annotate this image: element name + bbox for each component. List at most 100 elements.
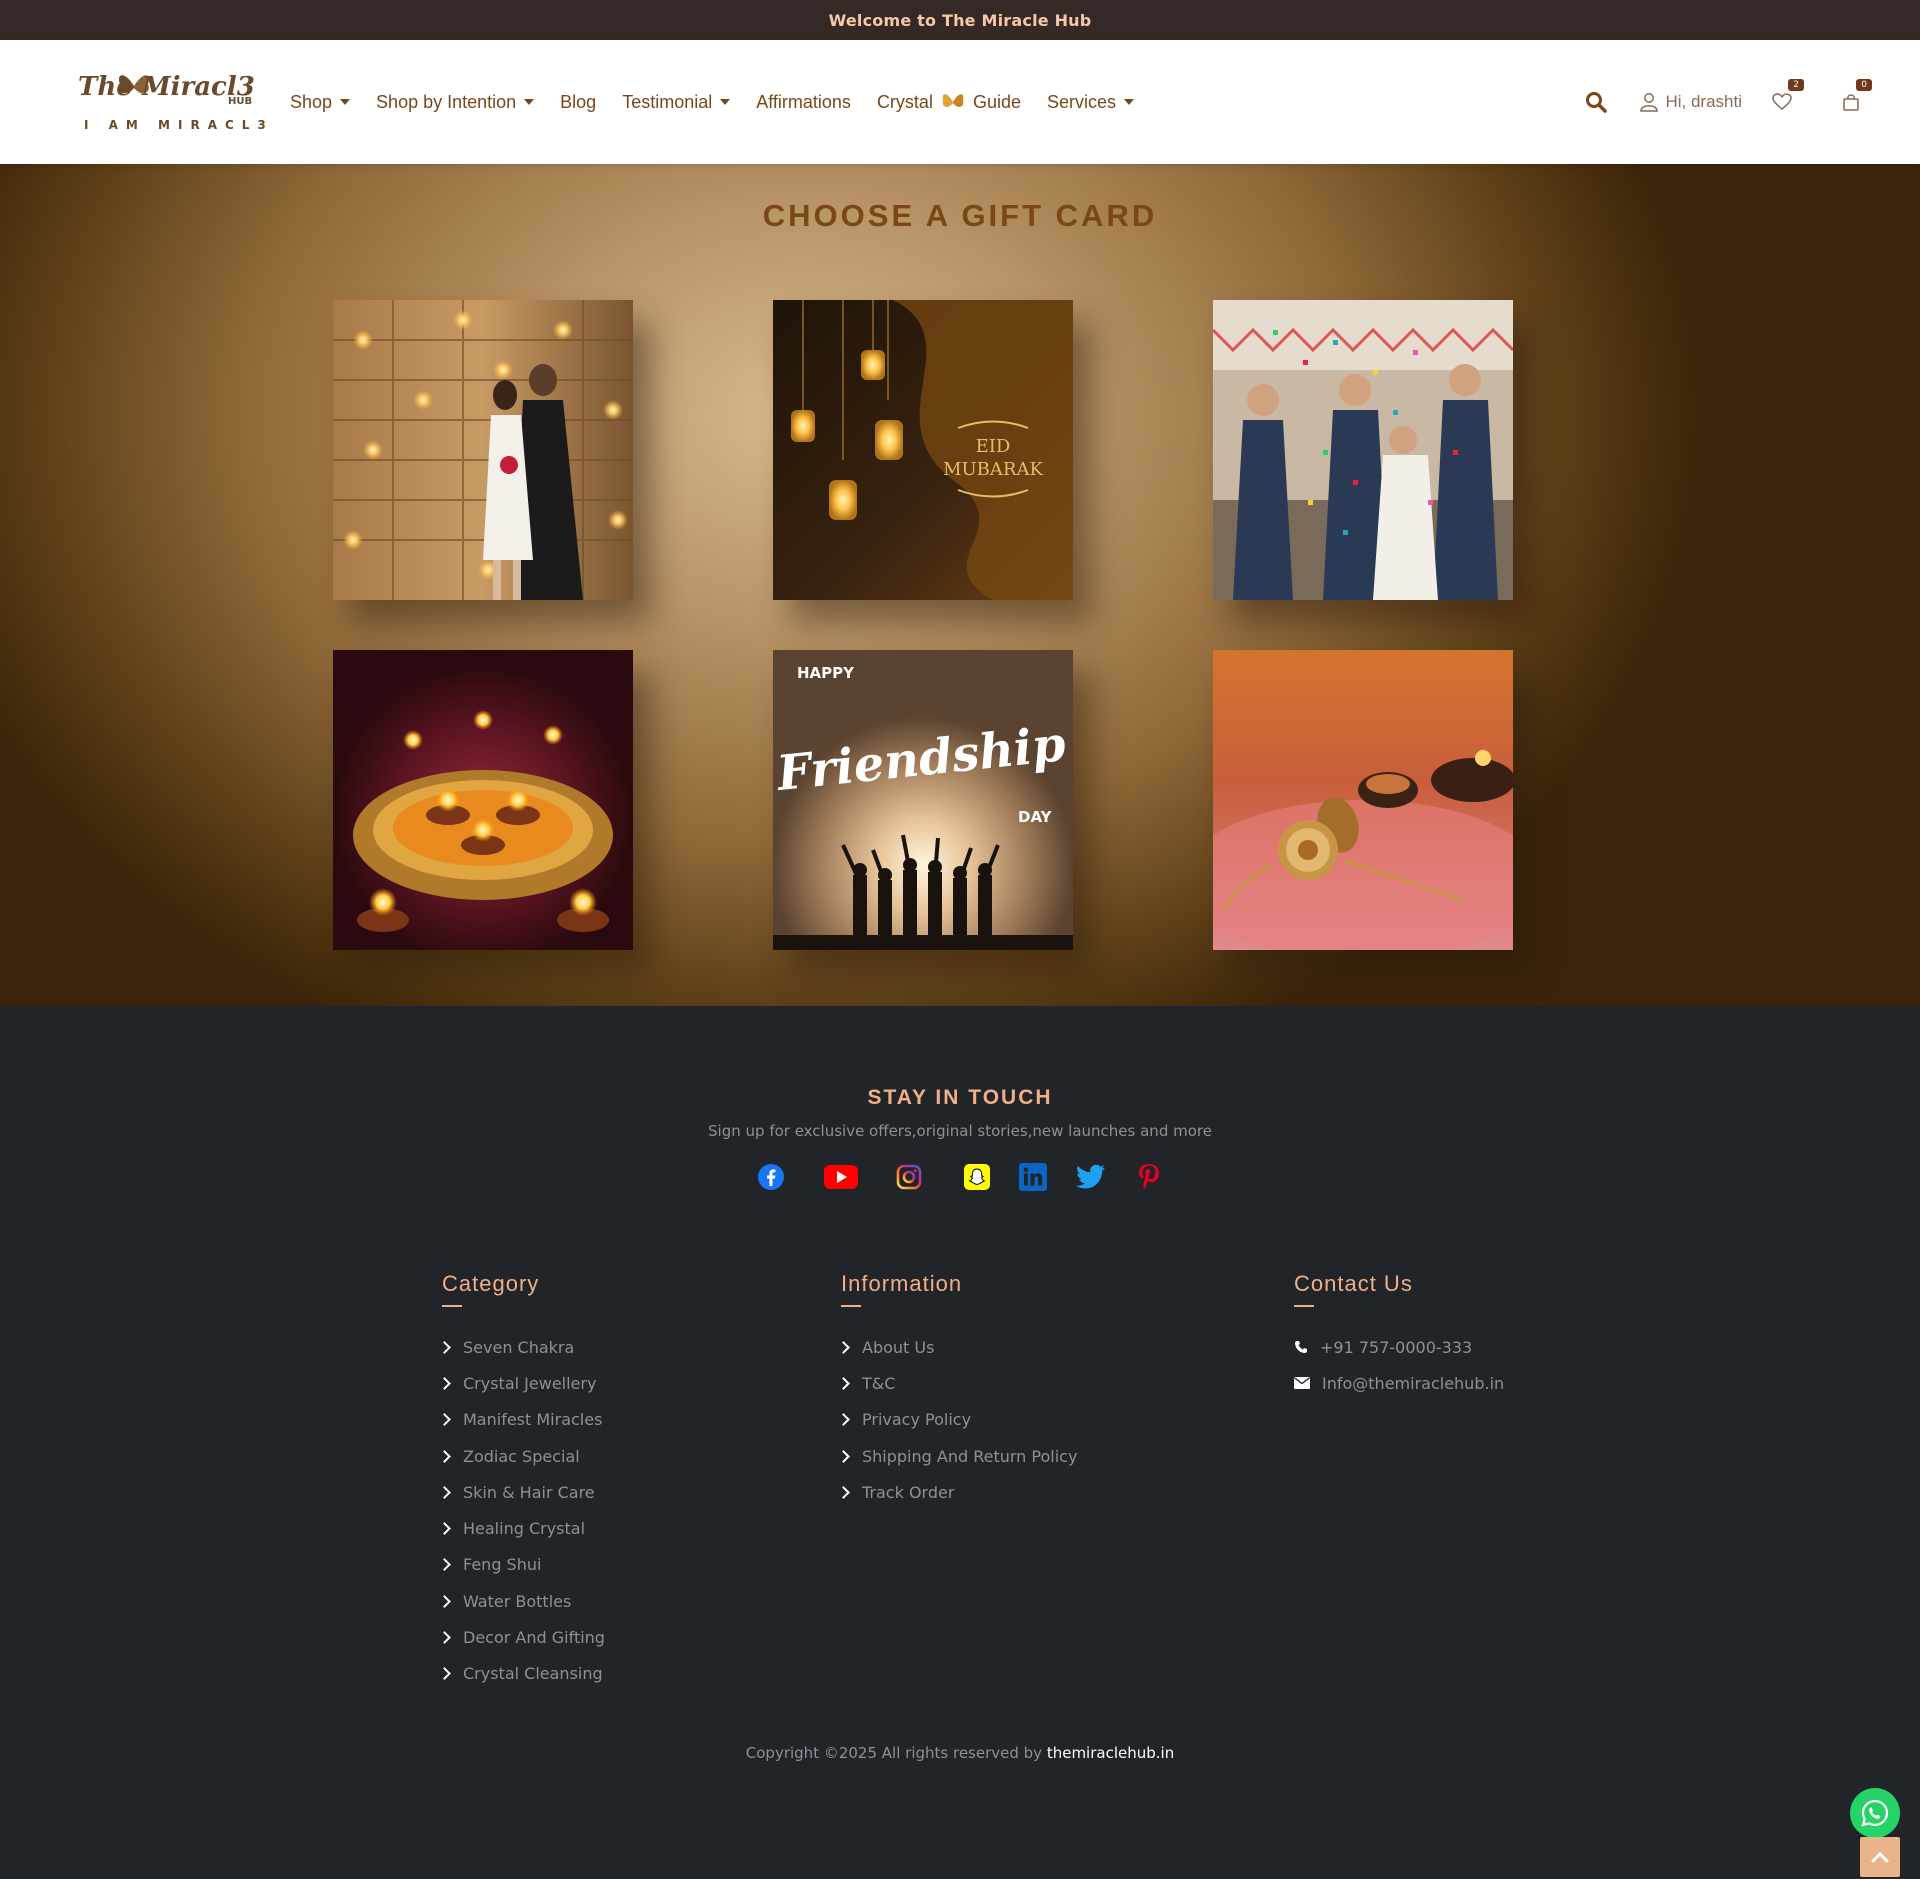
chevron-right-icon (837, 1449, 850, 1463)
gift-card-rakhi[interactable] (1213, 650, 1513, 950)
information-list: About Us T&C Privacy Policy Shipping And… (837, 1329, 1078, 1510)
wishlist-button[interactable]: 2 (1772, 79, 1804, 111)
nav-services-label: Services (1047, 91, 1117, 112)
nav-shop[interactable]: Shop (290, 92, 351, 113)
announcement-text: Welcome to The Miracle Hub (828, 10, 1092, 30)
friendship-text-top: HAPPY (797, 664, 855, 682)
social-links (0, 1160, 1920, 1194)
eid-text-line2: MUBARAK (943, 459, 1043, 480)
eid-mubarak-image: EID MUBARAK (773, 300, 1073, 600)
contact-email[interactable]: Info@themiraclehub.in (1294, 1365, 1504, 1401)
copyright-text: Copyright ©2025 All rights reserved by (745, 1744, 1043, 1762)
footer-link-feng-shui[interactable]: Feng Shui (438, 1547, 605, 1583)
diwali-diyas-image (333, 650, 633, 950)
stay-title: STAY IN TOUCH (867, 1086, 1053, 1109)
gift-card-section: CHOOSE A GIFT CARD EID MUBARAK HAPPY Fri… (0, 164, 1920, 1006)
youtube-link[interactable] (824, 1160, 858, 1194)
footer-link-privacy-policy[interactable]: Privacy Policy (837, 1402, 1077, 1438)
youtube-icon (824, 1165, 858, 1189)
nav-testimonial[interactable]: Testimonial (622, 91, 731, 113)
caret-down-icon (524, 99, 535, 105)
linkedin-link[interactable] (1016, 1160, 1050, 1194)
twitter-icon (1076, 1164, 1105, 1189)
heading-underline (442, 1305, 462, 1307)
caret-down-icon (1124, 99, 1135, 105)
chevron-right-icon (438, 1377, 451, 1390)
snapchat-link[interactable] (960, 1160, 994, 1194)
category-list: Seven Chakra Crystal Jewellery Manifest … (438, 1329, 605, 1692)
envelope-icon (1294, 1377, 1310, 1390)
pinterest-link[interactable] (1132, 1160, 1166, 1194)
footer-link-label: Feng Shui (463, 1555, 542, 1575)
nav-testimonial-label: Testimonial (622, 91, 713, 112)
gift-card-friendship-day[interactable]: HAPPY Friendship DAY (773, 650, 1073, 950)
couple-image (333, 300, 633, 600)
copyright-site-link[interactable]: themiraclehub.in (1047, 1744, 1174, 1762)
instagram-icon (896, 1164, 922, 1190)
gift-card-party[interactable] (1213, 300, 1513, 600)
footer-link-terms[interactable]: T&C (837, 1365, 1077, 1401)
chevron-right-icon (438, 1631, 451, 1644)
nav-services[interactable]: Services (1047, 91, 1135, 113)
footer-link-label: Seven Chakra (463, 1337, 575, 1357)
gift-card-diwali[interactable] (333, 650, 633, 950)
footer-information-column: Information About Us T&C Privacy Policy … (837, 1271, 1078, 1510)
footer-link-label: Water Bottles (463, 1591, 572, 1611)
rakhi-image (1213, 650, 1513, 950)
heading-underline (1294, 1305, 1314, 1307)
footer-link-decor-and-gifting[interactable]: Decor And Gifting (438, 1619, 605, 1655)
main-nav: Shop Shop by Intention Blog Testimonial … (290, 91, 1135, 113)
cart-button[interactable]: 0 (1842, 79, 1872, 111)
twitter-link[interactable] (1074, 1160, 1108, 1194)
footer-link-crystal-cleansing[interactable]: Crystal Cleansing (438, 1656, 605, 1692)
footer-link-manifest-miracles[interactable]: Manifest Miracles (438, 1402, 605, 1438)
eid-text-line1: EID (976, 436, 1011, 457)
nav-shop-by-intention[interactable]: Shop by Intention (376, 92, 535, 113)
facebook-link[interactable] (754, 1160, 788, 1194)
gift-card-eid-mubarak[interactable]: EID MUBARAK (773, 300, 1073, 600)
whatsapp-chat-button[interactable] (1850, 1788, 1900, 1838)
chevron-right-icon (438, 1522, 451, 1535)
footer-link-label: Crystal Jewellery (463, 1373, 597, 1393)
contact-list: +91 757-0000-333 Info@themiraclehub.in (1294, 1329, 1504, 1402)
footer-link-skin-hair-care[interactable]: Skin & Hair Care (438, 1474, 605, 1510)
chevron-right-icon (837, 1377, 850, 1390)
chevron-right-icon (837, 1485, 850, 1499)
contact-phone[interactable]: +91 757-0000-333 (1294, 1329, 1504, 1365)
chevron-right-icon (837, 1340, 850, 1354)
whatsapp-icon (1861, 1799, 1889, 1827)
footer-link-label: Manifest Miracles (463, 1410, 603, 1430)
site-header: The Miracl3 HUB I AM MIRACL3 Shop Shop b… (0, 40, 1920, 164)
nav-blog-label: Blog (560, 91, 597, 112)
gift-card-couple[interactable] (333, 300, 633, 600)
category-heading: Category (442, 1271, 540, 1296)
footer-link-crystal-jewellery[interactable]: Crystal Jewellery (438, 1365, 605, 1401)
footer-link-water-bottles[interactable]: Water Bottles (438, 1583, 605, 1619)
footer-link-seven-chakra[interactable]: Seven Chakra (438, 1329, 605, 1365)
nav-blog[interactable]: Blog (560, 92, 596, 113)
copyright: Copyright ©2025 All rights reserved by t… (0, 1744, 1920, 1762)
instagram-link[interactable] (892, 1160, 926, 1194)
footer-link-about-us[interactable]: About Us (837, 1329, 1077, 1365)
account-link[interactable]: Hi, drashti (1639, 92, 1742, 112)
footer-link-label: Shipping And Return Policy (862, 1446, 1078, 1466)
stay-subtitle: Sign up for exclusive offers,original st… (708, 1122, 1212, 1140)
site-logo[interactable]: The Miracl3 HUB I AM MIRACL3 (78, 66, 266, 138)
contact-phone-text: +91 757-0000-333 (1320, 1337, 1473, 1357)
footer-link-label: T&C (862, 1373, 896, 1393)
nav-crystal-guide[interactable]: Crystal Guide (877, 91, 1021, 113)
footer-link-healing-crystal[interactable]: Healing Crystal (438, 1510, 605, 1546)
footer-link-zodiac-special[interactable]: Zodiac Special (438, 1438, 605, 1474)
user-icon (1640, 93, 1659, 112)
footer-link-track-order[interactable]: Track Order (837, 1474, 1077, 1510)
nav-affirmations-label: Affirmations (756, 91, 851, 112)
footer-link-label: About Us (862, 1337, 935, 1357)
gift-card-title: CHOOSE A GIFT CARD (762, 198, 1158, 233)
scroll-to-top-button[interactable] (1860, 1837, 1900, 1877)
nav-affirmations[interactable]: Affirmations (756, 92, 851, 113)
contact-email-text: Info@themiraclehub.in (1322, 1373, 1505, 1393)
search-button[interactable] (1585, 91, 1608, 113)
footer-link-label: Privacy Policy (862, 1410, 972, 1430)
footer-link-shipping-return[interactable]: Shipping And Return Policy (837, 1438, 1078, 1474)
site-footer: STAY IN TOUCH Sign up for exclusive offe… (0, 1006, 1920, 1879)
